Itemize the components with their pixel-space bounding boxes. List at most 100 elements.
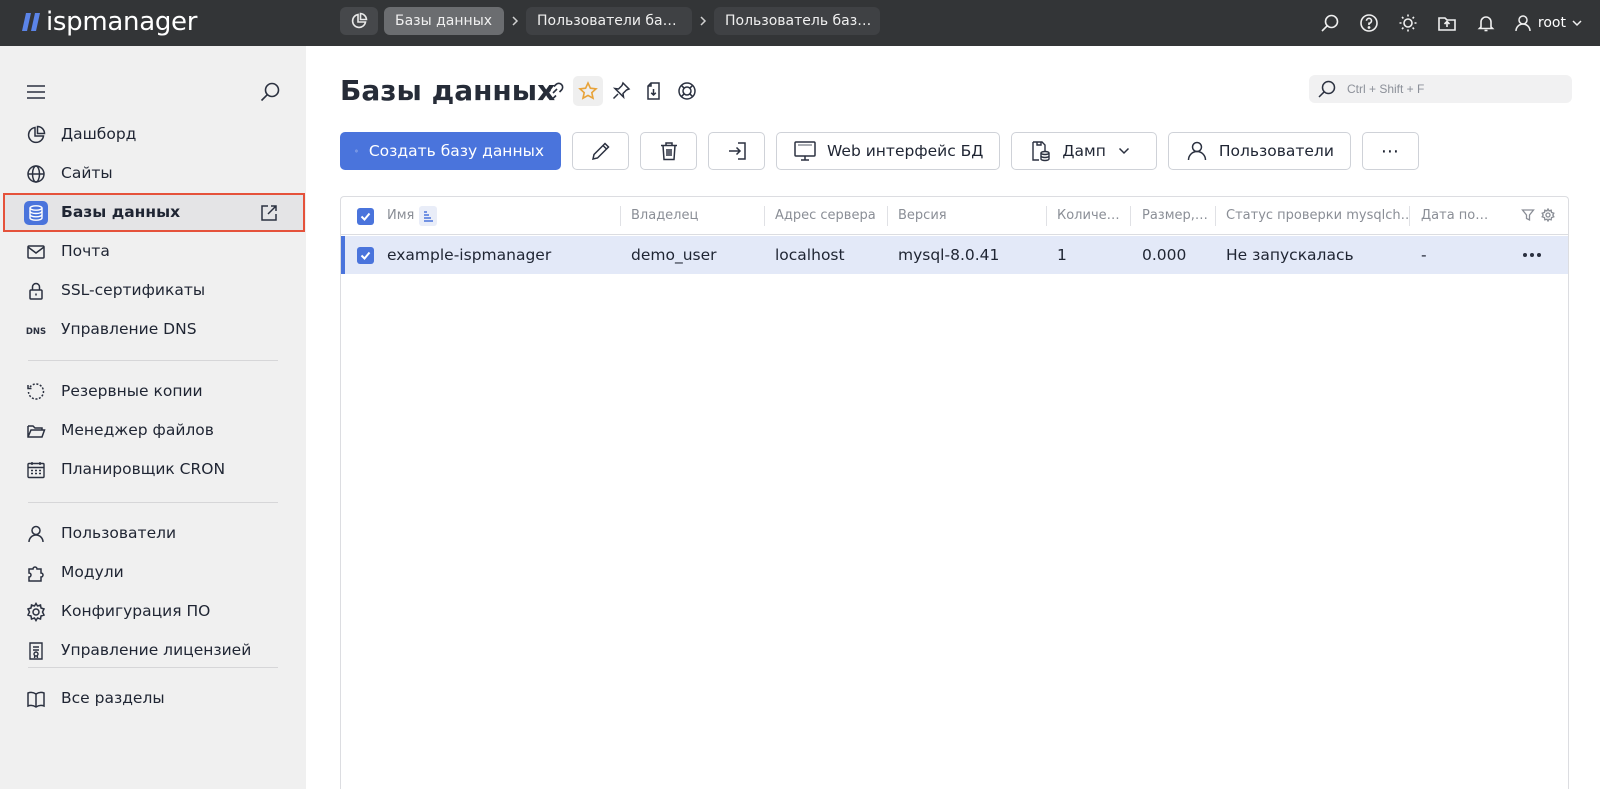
sidebar-item-dashboard[interactable]: Дашборд xyxy=(0,115,306,154)
edit-button[interactable] xyxy=(572,132,629,170)
column-divider[interactable] xyxy=(1130,206,1131,226)
dashboard-icon xyxy=(351,12,368,29)
sidebar-item-label: Дашборд xyxy=(61,125,137,143)
breadcrumb-home[interactable] xyxy=(340,7,378,35)
check-icon xyxy=(360,212,371,221)
table-row[interactable]: example-ispmanager demo_user localhost m… xyxy=(341,236,1568,274)
sidebar-item-file-manager[interactable]: Менеджер файлов xyxy=(0,411,306,450)
sidebar-item-label: SSL-сертификаты xyxy=(61,281,206,299)
dump-dropdown-button[interactable]: Дамп xyxy=(1011,132,1157,170)
column-divider[interactable] xyxy=(1046,206,1047,226)
sidebar-item-dns[interactable]: DNS Управление DNS xyxy=(0,310,306,349)
export-button[interactable] xyxy=(639,76,669,106)
more-actions-button[interactable]: ⋯ xyxy=(1361,132,1419,170)
select-all-checkbox[interactable] xyxy=(357,208,374,225)
pin-button[interactable] xyxy=(606,76,636,106)
row-checkbox[interactable] xyxy=(357,247,374,264)
favorite-button[interactable] xyxy=(573,76,603,106)
create-database-button[interactable]: Создать базу данных xyxy=(340,132,561,170)
sidebar-item-mail[interactable]: Почта xyxy=(0,232,306,271)
backup-icon xyxy=(24,380,48,404)
column-header-size[interactable]: Размер,… xyxy=(1142,197,1214,235)
sidebar-item-cron[interactable]: Планировщик CRON xyxy=(0,450,306,489)
sidebar-item-label: Почта xyxy=(61,242,110,260)
license-icon xyxy=(24,639,48,663)
pin-icon xyxy=(612,81,631,100)
sidebar-search-button[interactable] xyxy=(258,80,282,104)
sidebar-item-users[interactable]: Пользователи xyxy=(0,514,306,553)
column-header-name[interactable]: Имя xyxy=(387,197,417,235)
notifications-button[interactable] xyxy=(1467,0,1506,46)
settings-gear-icon[interactable] xyxy=(1541,208,1555,222)
sidebar-item-all-sections[interactable]: Все разделы xyxy=(0,679,306,718)
breadcrumb-label: Пользователь баз… xyxy=(725,13,872,29)
copy-link-button[interactable] xyxy=(540,76,570,106)
help-lifebuoy-button[interactable] xyxy=(672,76,702,106)
logo-mark-icon xyxy=(22,13,40,31)
db-users-button[interactable]: Пользователи xyxy=(1167,132,1351,170)
title-tools xyxy=(540,76,705,106)
more-actions-label: ⋯ xyxy=(1380,140,1400,162)
breadcrumb-tab-db-user[interactable]: Пользователь баз… xyxy=(714,7,880,35)
column-divider[interactable] xyxy=(1409,206,1410,226)
book-icon xyxy=(24,687,48,711)
user-name: root xyxy=(1537,15,1566,31)
column-divider[interactable] xyxy=(620,206,621,226)
sidebar-item-label: Сайты xyxy=(61,164,113,182)
sidebar-item-software-config[interactable]: Конфигурация ПО xyxy=(0,592,306,631)
logo[interactable]: ispmanager xyxy=(22,6,197,38)
breadcrumb-label: Базы данных xyxy=(395,13,493,29)
filter-icon[interactable] xyxy=(1521,208,1535,222)
column-header-count[interactable]: Количе… xyxy=(1057,197,1129,235)
global-search-input[interactable] xyxy=(1347,82,1557,96)
sidebar-collapse-button[interactable] xyxy=(24,80,48,104)
login-button[interactable] xyxy=(708,132,765,170)
cell-count: 1 xyxy=(1057,246,1067,264)
sidebar-header xyxy=(0,74,306,110)
column-divider[interactable] xyxy=(764,206,765,226)
row-more-button[interactable] xyxy=(1520,245,1544,265)
delete-button[interactable] xyxy=(640,132,697,170)
user-menu[interactable]: root xyxy=(1506,0,1600,46)
logo-text: ispmanager xyxy=(46,7,198,37)
folder-icon xyxy=(24,419,48,443)
upload-button[interactable] xyxy=(1428,0,1467,46)
top-bar: ispmanager Базы данных Пользователи ба… … xyxy=(0,0,1600,46)
pencil-icon xyxy=(591,142,610,160)
column-divider[interactable] xyxy=(887,206,888,226)
database-icon xyxy=(24,201,48,225)
sidebar-item-sites[interactable]: Сайты xyxy=(0,154,306,193)
globe-icon xyxy=(24,162,48,186)
dump-icon xyxy=(1032,141,1051,162)
sidebar: Дашборд Сайты Базы данных Почта SSL-серт… xyxy=(0,46,306,789)
column-divider[interactable] xyxy=(1215,206,1216,226)
user-icon xyxy=(1187,141,1207,161)
sidebar-item-modules[interactable]: Модули xyxy=(0,553,306,592)
sidebar-item-license[interactable]: Управление лицензией xyxy=(0,631,306,670)
column-header-version[interactable]: Версия xyxy=(898,197,1038,235)
column-header-date[interactable]: Дата по… xyxy=(1421,197,1501,235)
web-interface-button[interactable]: Web интерфейс БД xyxy=(776,132,1001,170)
dashboard-icon xyxy=(24,123,48,147)
global-search[interactable] xyxy=(1309,75,1572,103)
plus-circle-icon xyxy=(355,149,358,153)
column-header-server[interactable]: Адрес сервера xyxy=(775,197,887,235)
open-in-new-tab-icon[interactable] xyxy=(259,203,279,223)
sidebar-item-databases[interactable]: Базы данных xyxy=(3,193,305,232)
table-header: Имя Владелец Адрес сервера Версия Количе… xyxy=(341,197,1568,235)
top-search-button[interactable] xyxy=(1311,0,1350,46)
sign-in-icon xyxy=(728,142,746,160)
sidebar-item-ssl[interactable]: SSL-сертификаты xyxy=(0,271,306,310)
toolbar: Создать базу данных Web интерфейс БД Дам… xyxy=(340,132,1430,170)
column-header-owner[interactable]: Владелец xyxy=(631,197,761,235)
chevron-right-icon xyxy=(700,16,707,26)
breadcrumb-tab-db-users[interactable]: Пользователи ба… xyxy=(526,7,692,35)
breadcrumb-tab-databases[interactable]: Базы данных xyxy=(384,7,504,35)
column-header-check-status[interactable]: Статус проверки mysqlch… xyxy=(1226,197,1408,235)
sidebar-item-backups[interactable]: Резервные копии xyxy=(0,372,306,411)
help-button[interactable] xyxy=(1350,0,1389,46)
theme-toggle-button[interactable] xyxy=(1389,0,1428,46)
search-icon xyxy=(260,82,280,102)
cell-size: 0.000 xyxy=(1142,246,1187,264)
sort-icon[interactable] xyxy=(419,206,437,226)
